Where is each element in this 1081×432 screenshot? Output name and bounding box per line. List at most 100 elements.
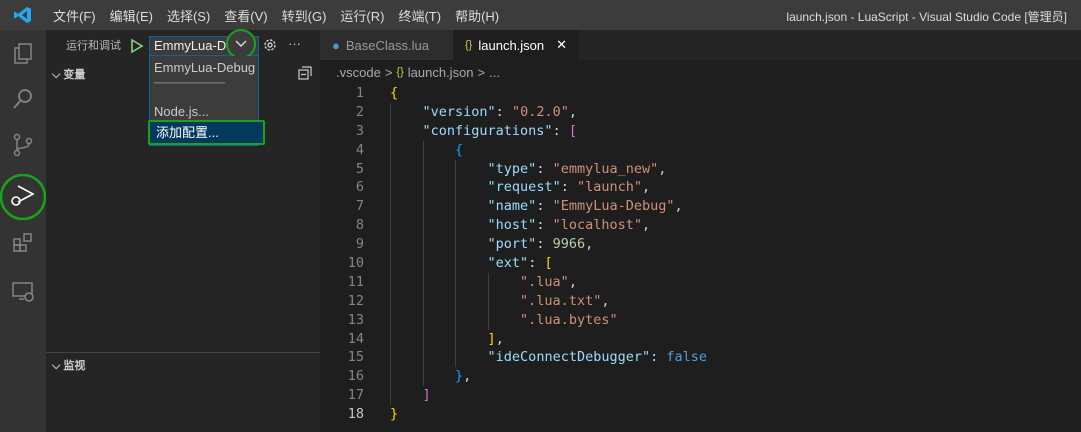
code-token: : <box>536 198 553 215</box>
code-token: { <box>455 141 464 158</box>
code-token: , <box>601 292 610 309</box>
menu-item[interactable]: 查看(V) <box>217 6 274 25</box>
chevron-down-icon[interactable] <box>226 29 256 59</box>
code-token: : <box>536 217 553 234</box>
menu-item[interactable]: 转到(G) <box>275 6 334 25</box>
line-number: 10 <box>347 255 364 272</box>
code-token: [ <box>544 255 553 272</box>
code-token: , <box>658 160 667 177</box>
line-number: 14 <box>347 330 364 347</box>
code-token: } <box>455 368 464 385</box>
code-text: "ideConnectDebugger": false <box>390 348 707 367</box>
extensions-icon[interactable] <box>0 220 46 266</box>
code-editor[interactable]: 1{2 "version": "0.2.0", 3 "configurations… <box>320 84 1081 424</box>
code-line: 2 "version": "0.2.0", <box>320 102 1081 122</box>
line-number: 13 <box>347 311 364 328</box>
menu-item[interactable]: 运行(R) <box>333 6 391 25</box>
breadcrumb-more[interactable]: ... <box>489 65 500 80</box>
source-control-icon[interactable] <box>0 122 46 168</box>
code-token: , <box>642 217 651 234</box>
code-line: 5 "type": "emmylua_new", <box>320 159 1081 179</box>
code-token: [ <box>568 122 577 139</box>
menu-item[interactable]: 终端(T) <box>391 6 448 25</box>
code-token: , <box>585 236 594 253</box>
code-token: , <box>642 179 651 196</box>
variables-section-header[interactable]: ⌵ 变量 <box>46 66 85 82</box>
code-text: "name": "EmmyLua-Debug", <box>390 197 683 216</box>
run-debug-sidebar: 运行和调试 EmmyLua-Debug ··· EmmyLua-Debug ──… <box>46 29 320 432</box>
start-debugging-icon[interactable] <box>130 38 144 57</box>
code-token: "port" <box>487 236 537 253</box>
gear-icon[interactable] <box>262 37 278 56</box>
more-actions-button[interactable]: ··· <box>288 36 301 51</box>
line-number: 4 <box>355 141 364 158</box>
code-token: : <box>536 160 553 177</box>
dropdown-item-nodejs[interactable]: Node.js... <box>154 104 209 119</box>
search-icon[interactable] <box>0 76 46 122</box>
run-debug-icon[interactable] <box>0 174 46 220</box>
code-token: : <box>536 236 553 253</box>
breadcrumb-file[interactable]: launch.json <box>408 65 474 80</box>
code-line: 8 "host": "localhost", <box>320 216 1081 236</box>
code-text: ".lua.bytes" <box>390 311 618 330</box>
code-token: "version" <box>422 103 496 120</box>
tab-label: launch.json <box>478 37 545 53</box>
code-text: ] <box>390 386 431 405</box>
window-title: launch.json - LuaScript - Visual Studio … <box>786 10 1067 24</box>
code-token: : <box>552 122 569 139</box>
config-dropdown: EmmyLua-Debug ────────── Node.js... 添加配置… <box>148 56 265 146</box>
menu-item[interactable]: 文件(F) <box>46 6 103 25</box>
code-text: "request": "launch", <box>390 178 651 197</box>
dropdown-item-emmylua[interactable]: EmmyLua-Debug <box>154 60 255 75</box>
vscode-logo-icon <box>0 0 46 30</box>
activity-bar <box>0 30 46 432</box>
code-token: ".lua.bytes" <box>520 311 618 328</box>
tab-baseclass-lua[interactable]: ● BaseClass.lua <box>320 30 453 60</box>
line-number: 7 <box>355 198 364 215</box>
code-text: "host": "localhost", <box>390 216 651 235</box>
code-token: : <box>495 103 512 120</box>
code-token: "name" <box>487 198 537 215</box>
watch-section-header[interactable]: ⌵ 监视 <box>46 357 85 373</box>
code-token: , <box>568 273 577 290</box>
code-line: 16 }, <box>320 367 1081 387</box>
code-line: 3 "configurations": [ <box>320 121 1081 141</box>
dropdown-item-add-config[interactable]: 添加配置... <box>148 120 265 145</box>
breadcrumb-folder[interactable]: .vscode <box>336 65 381 80</box>
code-token: , <box>674 198 683 215</box>
chevron-down-icon: ⌵ <box>52 69 64 81</box>
code-text: "configurations": [ <box>390 122 577 141</box>
code-token: "ideConnectDebugger" <box>487 349 651 366</box>
line-number: 11 <box>347 273 364 290</box>
breadcrumb: .vscode > {} launch.json > ... <box>320 60 1081 84</box>
menu-item[interactable]: 选择(S) <box>160 6 217 25</box>
remote-explorer-icon[interactable] <box>0 268 46 314</box>
code-token: ".lua.txt" <box>520 292 602 309</box>
code-token: : <box>560 179 577 196</box>
line-number: 15 <box>347 349 364 366</box>
close-tab-button[interactable]: ✕ <box>556 37 567 53</box>
menu-item[interactable]: 编辑(E) <box>103 6 160 25</box>
line-number: 9 <box>355 236 364 253</box>
code-line: 7 "name": "EmmyLua-Debug", <box>320 197 1081 217</box>
tab-label: BaseClass.lua <box>345 37 429 53</box>
code-text: { <box>390 141 463 160</box>
menu-item[interactable]: 帮助(H) <box>448 6 506 25</box>
code-line: 9 "port": 9966, <box>320 235 1081 255</box>
code-token: "launch" <box>576 179 642 196</box>
explorer-icon[interactable] <box>0 30 46 76</box>
code-token: } <box>390 406 399 423</box>
code-token: ] <box>422 387 431 404</box>
line-number: 12 <box>347 292 364 309</box>
tab-launch-json[interactable]: {} launch.json ✕ <box>453 30 580 60</box>
collapse-all-icon[interactable] <box>298 66 312 83</box>
